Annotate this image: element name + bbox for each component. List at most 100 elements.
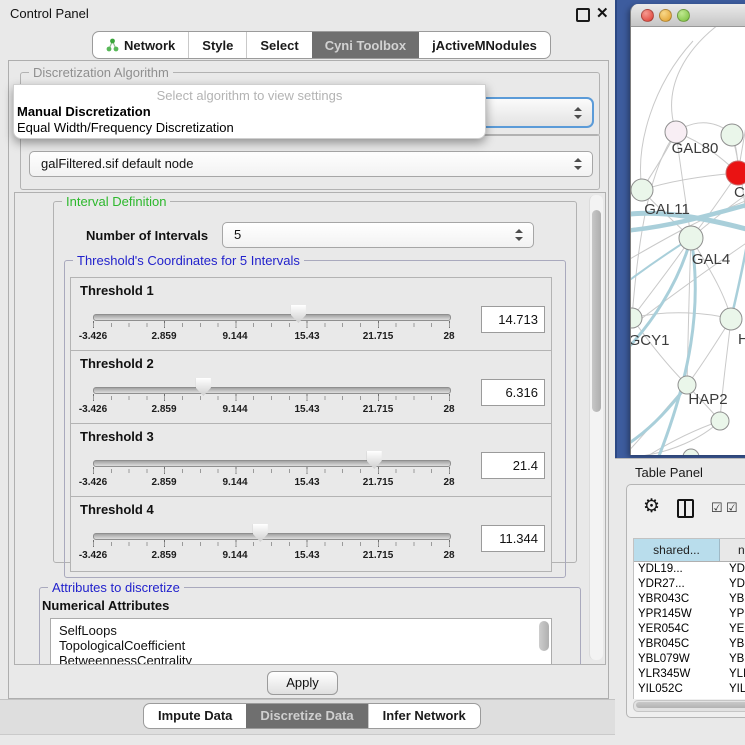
control-panel-title: Control Panel xyxy=(10,6,89,21)
threshold-2-label: Threshold 2 xyxy=(80,356,154,371)
network-canvas[interactable]: GAL80 G C GAL11 GAL4 GCY1 H HAP2 xyxy=(631,27,745,455)
tick-label: 9.144 xyxy=(222,331,247,342)
tab-impute-data[interactable]: Impute Data xyxy=(144,704,246,728)
tick-label: -3.426 xyxy=(79,404,107,415)
tick-label: 28 xyxy=(443,404,454,415)
table-row[interactable]: YLR345WYLR3 xyxy=(634,667,745,682)
tab-style[interactable]: Style xyxy=(188,32,246,58)
threshold-3-value-field[interactable]: 21.4 xyxy=(481,452,545,479)
node-label: HAP2 xyxy=(688,391,727,408)
slider-minor-ticks xyxy=(93,396,451,400)
node-label: GAL11 xyxy=(644,201,690,218)
split-columns-icon[interactable] xyxy=(677,499,694,518)
apply-button[interactable]: Apply xyxy=(267,671,338,695)
list-scrollbar[interactable] xyxy=(539,621,549,665)
gear-icon[interactable]: ⚙ xyxy=(643,497,660,516)
threshold-2-panel: Threshold 2 -3.426 2.859 9.144 15.43 21.… xyxy=(70,350,552,426)
table-data-combobox[interactable]: galFiltered.sif default node xyxy=(29,151,593,177)
settings-scrollbar[interactable] xyxy=(589,195,603,660)
threshold-1-label: Threshold 1 xyxy=(80,283,154,298)
scrollbar-thumb[interactable] xyxy=(592,210,601,412)
combobox-arrows-icon xyxy=(574,107,581,119)
threshold-1-slider-track[interactable] xyxy=(93,314,451,321)
number-of-intervals-combobox[interactable]: 5 xyxy=(222,222,534,248)
list-item[interactable]: TopologicalCoefficient xyxy=(51,638,551,653)
threshold-1-value-field[interactable]: 14.713 xyxy=(481,306,545,333)
list-item[interactable]: SelfLoops xyxy=(51,623,551,638)
scrollbar-thumb[interactable] xyxy=(636,702,745,708)
network-view-window[interactable]: GAL80 G C GAL11 GAL4 GCY1 H HAP2 xyxy=(630,4,745,455)
cyni-bottom-tabbar: Impute Data Discretize Data Infer Networ… xyxy=(143,703,481,729)
table-row[interactable]: YPR145WYPR1 xyxy=(634,607,745,622)
tab-infer-network[interactable]: Infer Network xyxy=(368,704,480,728)
table-row[interactable]: YDR27...YDR2 xyxy=(634,577,745,592)
threshold-2-value-field[interactable]: 6.316 xyxy=(481,379,545,406)
control-panel-tabbar: Network Style Select Cyni Toolbox jActiv… xyxy=(92,31,551,59)
table-row[interactable]: YDL19...YDL1 xyxy=(634,562,745,577)
algorithm-option-manual[interactable]: Manual Discretization xyxy=(17,104,151,119)
table-panel-box: ⚙ ☑ ☑ shared... na YDL19...YDL1 YDR27...… xyxy=(626,484,745,718)
settings-scrollpane: Interval Definition Number of Intervals … xyxy=(14,192,606,665)
tick-label: 21.715 xyxy=(363,477,394,488)
tick-label: 9.144 xyxy=(222,477,247,488)
table-panel: Table Panel ⚙ ☑ ☑ shared... na YDL19...Y… xyxy=(615,458,745,745)
table-data-group: Table Data galFiltered.sif default node xyxy=(20,134,600,190)
tick-label: 2.859 xyxy=(151,477,176,488)
list-item[interactable]: BetweennessCentrality xyxy=(51,653,551,665)
close-icon[interactable]: ✕ xyxy=(596,4,609,22)
tab-cyni-toolbox[interactable]: Cyni Toolbox xyxy=(312,32,419,58)
tab-jactivemnodules[interactable]: jActiveMNodules xyxy=(419,32,550,58)
tab-network-label: Network xyxy=(124,38,175,53)
table-row[interactable]: YER054CYER0 xyxy=(634,622,745,637)
spinner-arrows-icon xyxy=(515,229,522,241)
tick-label: 15.43 xyxy=(294,404,319,415)
numerical-attributes-label: Numerical Attributes xyxy=(42,598,169,613)
tick-label: 28 xyxy=(443,477,454,488)
table-horizontal-scrollbar[interactable] xyxy=(633,700,745,712)
threshold-4-slider-track[interactable] xyxy=(93,533,451,540)
node-gcy1 xyxy=(631,308,642,328)
zoom-window-icon[interactable] xyxy=(677,9,690,22)
combobox-arrows-icon xyxy=(574,158,581,170)
table-row[interactable]: YIL052CYIL0 xyxy=(634,682,745,697)
screen: Control Panel ✕ Network Style Select Cyn… xyxy=(0,0,745,745)
tick-label: 2.859 xyxy=(151,404,176,415)
threshold-4-value-field[interactable]: 11.344 xyxy=(481,525,545,552)
threshold-3-panel: Threshold 3 -3.426 2.859 9.144 15.43 21.… xyxy=(70,423,552,499)
threshold-3-slider-track[interactable] xyxy=(93,460,451,467)
table-data-value: galFiltered.sif default node xyxy=(41,152,193,176)
checkbox-icon[interactable]: ☑ xyxy=(726,501,738,514)
control-panel-titlebar: Control Panel ✕ xyxy=(0,0,617,26)
slider-minor-ticks xyxy=(93,469,451,473)
tick-label: -3.426 xyxy=(79,331,107,342)
tick-label: 21.715 xyxy=(363,404,394,415)
algorithm-option-equal-width[interactable]: Equal Width/Frequency Discretization xyxy=(17,120,234,135)
network-window-titlebar[interactable] xyxy=(631,4,745,27)
close-window-icon[interactable] xyxy=(641,9,654,22)
column-header-shared-name[interactable]: shared... xyxy=(634,539,720,561)
tab-network[interactable]: Network xyxy=(93,32,188,58)
tick-label: 15.43 xyxy=(294,550,319,561)
node-label: H xyxy=(738,331,745,348)
threshold-1-panel: Threshold 1 -3.426 2.859 9.144 15.43 21.… xyxy=(70,277,552,353)
table-row[interactable]: YBR045CYBR0 xyxy=(634,637,745,652)
table-row[interactable]: YBL079WYBL0 xyxy=(634,652,745,667)
tick-label: -3.426 xyxy=(79,477,107,488)
table-row[interactable]: YBR043CYBR0 xyxy=(634,592,745,607)
tab-discretize-data[interactable]: Discretize Data xyxy=(246,704,367,728)
column-header-name[interactable]: na xyxy=(720,539,745,561)
tab-select[interactable]: Select xyxy=(246,32,311,58)
threshold-2-slider-track[interactable] xyxy=(93,387,451,394)
tick-label: 21.715 xyxy=(363,331,394,342)
table-panel-title: Table Panel xyxy=(635,465,703,480)
number-of-intervals-value: 5 xyxy=(234,223,241,247)
node-label: GAL4 xyxy=(692,251,730,268)
algorithm-placeholder-option[interactable]: Select algorithm to view settings xyxy=(14,88,485,103)
node-top-right xyxy=(721,124,743,146)
checkbox-icon[interactable]: ☑ xyxy=(711,501,723,514)
tick-label: 2.859 xyxy=(151,331,176,342)
minimize-window-icon[interactable] xyxy=(659,9,672,22)
float-window-icon[interactable] xyxy=(576,8,590,22)
tick-label: 15.43 xyxy=(294,477,319,488)
threshold-4-panel: Threshold 4 -3.426 2.859 9.144 15.43 21.… xyxy=(70,496,552,572)
